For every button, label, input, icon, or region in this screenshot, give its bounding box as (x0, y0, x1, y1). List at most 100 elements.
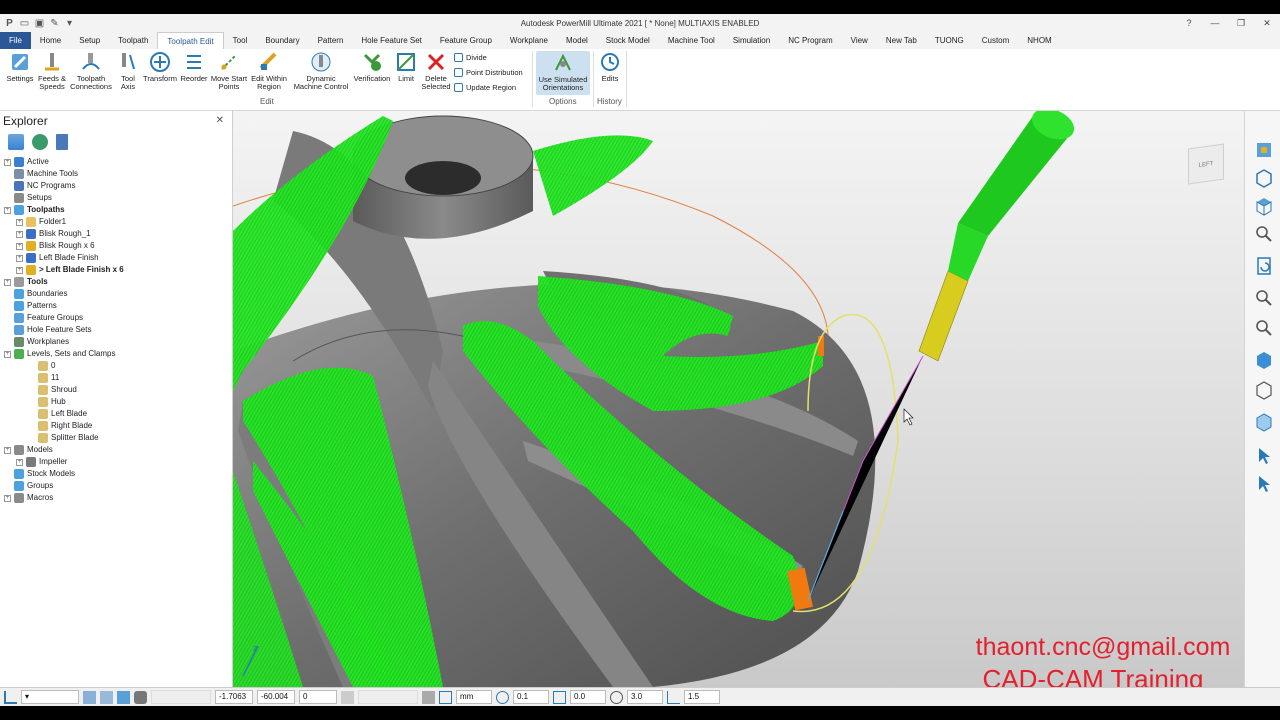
tab-feature-group[interactable]: Feature Group (431, 32, 501, 49)
tab-home[interactable]: Home (31, 32, 70, 49)
tab-model[interactable]: Model (557, 32, 597, 49)
tree-item[interactable]: Right Blade (0, 420, 232, 432)
tab-boundary[interactable]: Boundary (256, 32, 308, 49)
tree-item[interactable]: Machine Tools (0, 168, 232, 180)
tree-item[interactable]: + Macros (0, 492, 232, 504)
tab-toolpath-edit[interactable]: Toolpath Edit (157, 32, 224, 49)
zoom-in-icon[interactable] (1253, 317, 1275, 339)
close-icon[interactable]: ✕ (216, 115, 224, 126)
workplane-icon[interactable] (83, 690, 96, 704)
tree-item[interactable]: Workplanes (0, 336, 232, 348)
refresh-view-icon[interactable] (1253, 255, 1275, 277)
expand-icon[interactable]: + (4, 446, 11, 454)
edit-within-region-button[interactable]: Edit Within Region (249, 51, 289, 91)
verification-button[interactable]: Verification (352, 51, 392, 83)
thickness-icon[interactable] (553, 690, 566, 704)
tree-item[interactable]: + Active (0, 156, 232, 168)
tree-item[interactable]: + Models (0, 444, 232, 456)
expand-icon[interactable]: + (16, 458, 23, 466)
view-cube-icon[interactable] (1253, 195, 1275, 217)
expand-icon[interactable]: + (4, 350, 11, 358)
edit-icon[interactable]: ✎ (49, 18, 60, 29)
select-icon[interactable] (1253, 445, 1275, 467)
feeds-speeds-button[interactable]: Feeds & Speeds (36, 51, 68, 91)
tree-item[interactable]: + Blisk Rough_1 (0, 228, 232, 240)
view-cube[interactable]: LEFT (1188, 143, 1224, 185)
tree-item[interactable]: + Toolpaths (0, 204, 232, 216)
tab-tuong[interactable]: TUONG (926, 32, 973, 49)
snap-icon[interactable] (4, 690, 17, 704)
tree-item[interactable]: NC Programs (0, 180, 232, 192)
dynamic-machine-control-button[interactable]: Dynamic Machine Control (290, 51, 352, 91)
delete-selected-button[interactable]: Delete Selected (420, 51, 452, 91)
tree-item[interactable]: 0 (0, 360, 232, 372)
tree-item[interactable]: Groups (0, 480, 232, 492)
trash-icon[interactable] (56, 134, 68, 150)
units-icon[interactable] (439, 690, 452, 704)
tab-view[interactable]: View (842, 32, 877, 49)
expand-icon[interactable]: + (16, 230, 23, 238)
cursor-snap-icon[interactable] (117, 690, 130, 704)
stepover-icon[interactable] (667, 690, 680, 704)
restore-button[interactable]: ❐ (1228, 14, 1254, 32)
tree-item[interactable]: Hub (0, 396, 232, 408)
zoom-rotate-icon[interactable] (1253, 223, 1275, 245)
minimize-button[interactable]: — (1202, 14, 1228, 32)
expand-icon[interactable]: + (4, 278, 11, 286)
tab-file[interactable]: File (0, 32, 31, 49)
tab-pattern[interactable]: Pattern (309, 32, 353, 49)
transparent-view-icon[interactable] (1253, 411, 1275, 433)
tab-tool[interactable]: Tool (224, 32, 257, 49)
tree-item[interactable]: Hole Feature Sets (0, 324, 232, 336)
diameter-icon[interactable] (610, 690, 623, 704)
tolerance-field[interactable]: 0.1 (513, 690, 549, 704)
graphics-viewport[interactable]: Z LEFT thaont.cnc@gmail.com CAD-CAM Trai… (233, 111, 1244, 687)
coord-y-field[interactable]: -60.004 (257, 690, 295, 704)
save-icon[interactable]: ▣ (34, 18, 45, 29)
tree-item[interactable]: Patterns (0, 300, 232, 312)
tree-item[interactable]: Boundaries (0, 288, 232, 300)
point-distribution-button[interactable]: Point Distribution (454, 68, 523, 77)
tool-axis-button[interactable]: Tool Axis (116, 51, 140, 91)
zoom-box-icon[interactable] (1253, 287, 1275, 309)
shaded-view-icon[interactable] (1253, 349, 1275, 371)
tree-item[interactable]: Feature Groups (0, 312, 232, 324)
toolpath-connections-button[interactable]: Toolpath Connections (68, 51, 114, 91)
tab-setup[interactable]: Setup (70, 32, 109, 49)
tree-item[interactable]: Shroud (0, 384, 232, 396)
tree-item[interactable]: + Left Blade Finish (0, 252, 232, 264)
view-iso-icon[interactable] (1253, 167, 1275, 189)
dropdown-icon[interactable]: ▾ (64, 18, 75, 29)
move-start-points-button[interactable]: Move Start Points (210, 51, 248, 91)
tab-machine-tool[interactable]: Machine Tool (659, 32, 724, 49)
tab-workplane[interactable]: Workplane (501, 32, 557, 49)
use-simulated-orientations-button[interactable]: Use Simulated Orientations (536, 51, 590, 95)
tree-item[interactable]: + Tools (0, 276, 232, 288)
zoom-extents-icon[interactable] (1253, 139, 1275, 161)
transform-button[interactable]: Transform (142, 51, 178, 83)
tree-item[interactable]: + Folder1 (0, 216, 232, 228)
calculator-icon[interactable] (422, 690, 435, 704)
tree-item[interactable]: Splitter Blade (0, 432, 232, 444)
divide-button[interactable]: Divide (454, 53, 487, 62)
hand-icon[interactable] (134, 690, 147, 704)
tolerance-icon[interactable] (496, 690, 509, 704)
select-rotate-icon[interactable] (1253, 473, 1275, 495)
tree-item[interactable]: + Blisk Rough x 6 (0, 240, 232, 252)
expand-icon[interactable]: + (4, 206, 11, 214)
tree-item[interactable]: Stock Models (0, 468, 232, 480)
tab-nc-program[interactable]: NC Program (779, 32, 841, 49)
expand-icon[interactable]: + (16, 254, 23, 262)
diameter-field[interactable]: 3.0 (627, 690, 663, 704)
tree-item[interactable]: + > Left Blade Finish x 6 (0, 264, 232, 276)
coord-x-field[interactable]: -1.7063 (215, 690, 253, 704)
tab-new-tab[interactable]: New Tab (877, 32, 926, 49)
expand-icon[interactable]: + (4, 494, 11, 502)
tree-item[interactable]: Left Blade (0, 408, 232, 420)
expand-icon[interactable]: + (16, 242, 23, 250)
grid-snap-icon[interactable] (100, 690, 113, 704)
tree-item[interactable]: + Impeller (0, 456, 232, 468)
coord-z-field[interactable]: 0 (299, 690, 337, 704)
limit-button[interactable]: Limit (394, 51, 418, 83)
mode-select[interactable]: ▾ (21, 690, 79, 704)
